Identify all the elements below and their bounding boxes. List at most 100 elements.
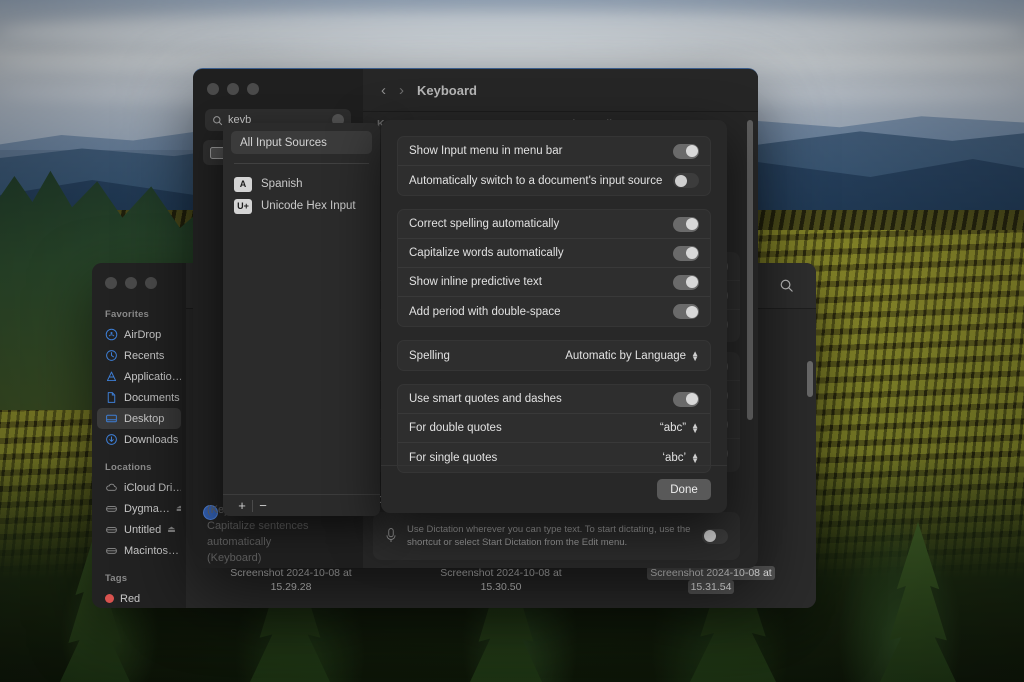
all-input-sources-item[interactable]: All Input Sources bbox=[231, 131, 372, 154]
row-toggle[interactable] bbox=[673, 217, 699, 232]
sidebar-item-documents[interactable]: Documents bbox=[97, 387, 181, 408]
disk-icon bbox=[105, 502, 118, 515]
sheet-scroll-area: Show Input menu in menu bar Automaticall… bbox=[381, 120, 727, 465]
sidebar-item-downloads[interactable]: Downloads bbox=[97, 429, 181, 450]
file-name-line2: 15.29.28 bbox=[268, 580, 315, 594]
single-quotes-popup-button[interactable]: ‘abc’ ▲▼ bbox=[662, 452, 699, 464]
sidebar-item-tag-red[interactable]: Red bbox=[97, 588, 181, 608]
minimize-button[interactable] bbox=[227, 83, 239, 95]
zoom-button[interactable] bbox=[247, 83, 259, 95]
document-icon bbox=[105, 391, 118, 404]
airdrop-icon bbox=[105, 328, 118, 341]
input-source-badge-icon: U+ bbox=[234, 199, 252, 214]
row-toggle[interactable] bbox=[673, 144, 699, 159]
sidebar-item-label: AirDrop bbox=[124, 329, 161, 341]
sidebar-item-label: Recents bbox=[124, 350, 164, 362]
add-input-source-button[interactable]: + bbox=[232, 498, 252, 513]
row-label: Use smart quotes and dashes bbox=[409, 393, 673, 405]
row-use-smart-quotes[interactable]: Use smart quotes and dashes bbox=[398, 385, 710, 414]
desktop-icon bbox=[105, 412, 118, 425]
settings-scrollbar[interactable] bbox=[747, 120, 753, 420]
row-label: Spelling bbox=[409, 350, 565, 362]
double-quotes-popup-button[interactable]: “abc” ▲▼ bbox=[660, 422, 699, 434]
sidebar-item-airdrop[interactable]: AirDrop bbox=[97, 324, 181, 345]
sheet-footer: Done bbox=[381, 465, 727, 513]
input-source-label: Unicode Hex Input bbox=[261, 200, 356, 212]
chevron-updown-icon: ▲▼ bbox=[691, 423, 699, 433]
finder-group-title-tags: Tags bbox=[92, 561, 186, 588]
finder-group-title-favorites: Favorites bbox=[92, 305, 186, 324]
zoom-button[interactable] bbox=[145, 277, 157, 289]
finder-scrollbar[interactable] bbox=[807, 361, 813, 397]
file-name-line1: Screenshot 2024-10-08 at bbox=[227, 566, 354, 580]
input-source-badge-icon: A bbox=[234, 177, 252, 192]
row-capitalize-words[interactable]: Capitalize words automatically bbox=[398, 239, 710, 268]
finder-sidebar: Favorites AirDrop Recents Applicatio… Do… bbox=[92, 263, 186, 608]
sidebar-item-dygma[interactable]: Dygma… ⏏ bbox=[97, 498, 181, 519]
close-button[interactable] bbox=[105, 277, 117, 289]
finder-traffic-lights[interactable] bbox=[92, 277, 186, 305]
minimize-button[interactable] bbox=[125, 277, 137, 289]
settings-group-spelling: Spelling Automatic by Language ▲▼ bbox=[397, 340, 711, 371]
settings-traffic-lights[interactable] bbox=[193, 83, 363, 109]
sidebar-item-applications[interactable]: Applicatio… bbox=[97, 366, 181, 387]
input-sources-popover[interactable]: All Input Sources A Spanish U+ Unicode H… bbox=[223, 123, 380, 516]
popup-value: ‘abc’ bbox=[662, 452, 686, 464]
eject-icon[interactable]: ⏏ bbox=[176, 503, 181, 514]
file-item[interactable]: Screenshot 2024-10-08 at 15.30.50 bbox=[396, 566, 606, 594]
row-label: Show inline predictive text bbox=[409, 276, 673, 288]
back-button[interactable]: ‹ bbox=[381, 83, 386, 98]
file-item-selected[interactable]: Screenshot 2024-10-08 at 15.31.54 bbox=[606, 566, 816, 594]
sidebar-item-untitled[interactable]: Untitled ⏏ bbox=[97, 519, 181, 540]
sidebar-item-label: Macintos… bbox=[124, 545, 179, 557]
row-show-input-menu[interactable]: Show Input menu in menu bar bbox=[398, 137, 710, 166]
search-result-label-2[interactable]: Capitalize sentences automatically bbox=[207, 518, 357, 550]
sidebar-item-icloud-drive[interactable]: iCloud Dri… bbox=[97, 477, 181, 498]
downloads-icon bbox=[105, 433, 118, 446]
file-name-line1: Screenshot 2024-10-08 at bbox=[437, 566, 564, 580]
settings-group-typing: Correct spelling automatically Capitaliz… bbox=[397, 209, 711, 327]
row-double-quotes[interactable]: For double quotes “abc” ▲▼ bbox=[398, 414, 710, 443]
row-toggle[interactable] bbox=[673, 304, 699, 319]
row-toggle[interactable] bbox=[673, 392, 699, 407]
dictation-card: Use Dictation wherever you can type text… bbox=[373, 512, 740, 560]
row-spelling[interactable]: Spelling Automatic by Language ▲▼ bbox=[398, 341, 710, 370]
page-title: Keyboard bbox=[417, 83, 477, 98]
input-source-label: Spanish bbox=[261, 178, 303, 190]
eject-icon[interactable]: ⏏ bbox=[167, 524, 181, 535]
done-button[interactable]: Done bbox=[657, 479, 711, 500]
disk-icon bbox=[105, 523, 118, 536]
row-inline-predictive-text[interactable]: Show inline predictive text bbox=[398, 268, 710, 297]
row-toggle[interactable] bbox=[673, 246, 699, 261]
sidebar-item-label: Documents bbox=[124, 392, 180, 404]
spelling-popup-button[interactable]: Automatic by Language ▲▼ bbox=[565, 350, 699, 362]
settings-group-smart-quotes: Use smart quotes and dashes For double q… bbox=[397, 384, 711, 473]
forward-button[interactable]: › bbox=[399, 83, 404, 98]
sidebar-item-label: iCloud Dri… bbox=[124, 482, 181, 494]
row-auto-switch-input-source[interactable]: Automatically switch to a document's inp… bbox=[398, 166, 710, 195]
sidebar-item-label: Untitled bbox=[124, 524, 161, 536]
sidebar-item-macintosh-hd[interactable]: Macintos… bbox=[97, 540, 181, 561]
remove-input-source-button[interactable]: − bbox=[253, 498, 273, 513]
row-label: Add period with double-space bbox=[409, 306, 673, 318]
sidebar-item-label: Applicatio… bbox=[124, 371, 181, 383]
row-toggle[interactable] bbox=[673, 275, 699, 290]
chevron-updown-icon: ▲▼ bbox=[691, 351, 699, 361]
sidebar-item-recents[interactable]: Recents bbox=[97, 345, 181, 366]
row-label: Automatically switch to a document's inp… bbox=[409, 175, 673, 187]
dictation-toggle[interactable] bbox=[702, 529, 728, 544]
disk-icon bbox=[105, 544, 118, 557]
search-icon[interactable] bbox=[779, 278, 794, 293]
row-toggle[interactable] bbox=[673, 173, 699, 188]
text-input-settings-sheet[interactable]: Show Input menu in menu bar Automaticall… bbox=[381, 120, 727, 513]
input-source-item-unicode-hex-input[interactable]: U+ Unicode Hex Input bbox=[223, 195, 380, 217]
file-item[interactable]: Screenshot 2024-10-08 at 15.29.28 bbox=[186, 566, 396, 594]
sidebar-item-desktop[interactable]: Desktop bbox=[97, 408, 181, 429]
input-source-item-spanish[interactable]: A Spanish bbox=[223, 173, 380, 195]
row-add-period-double-space[interactable]: Add period with double-space bbox=[398, 297, 710, 326]
cloud-icon bbox=[105, 481, 118, 494]
row-correct-spelling[interactable]: Correct spelling automatically bbox=[398, 210, 710, 239]
settings-group-input-menu: Show Input menu in menu bar Automaticall… bbox=[397, 136, 711, 196]
close-button[interactable] bbox=[207, 83, 219, 95]
popover-divider bbox=[234, 163, 369, 164]
